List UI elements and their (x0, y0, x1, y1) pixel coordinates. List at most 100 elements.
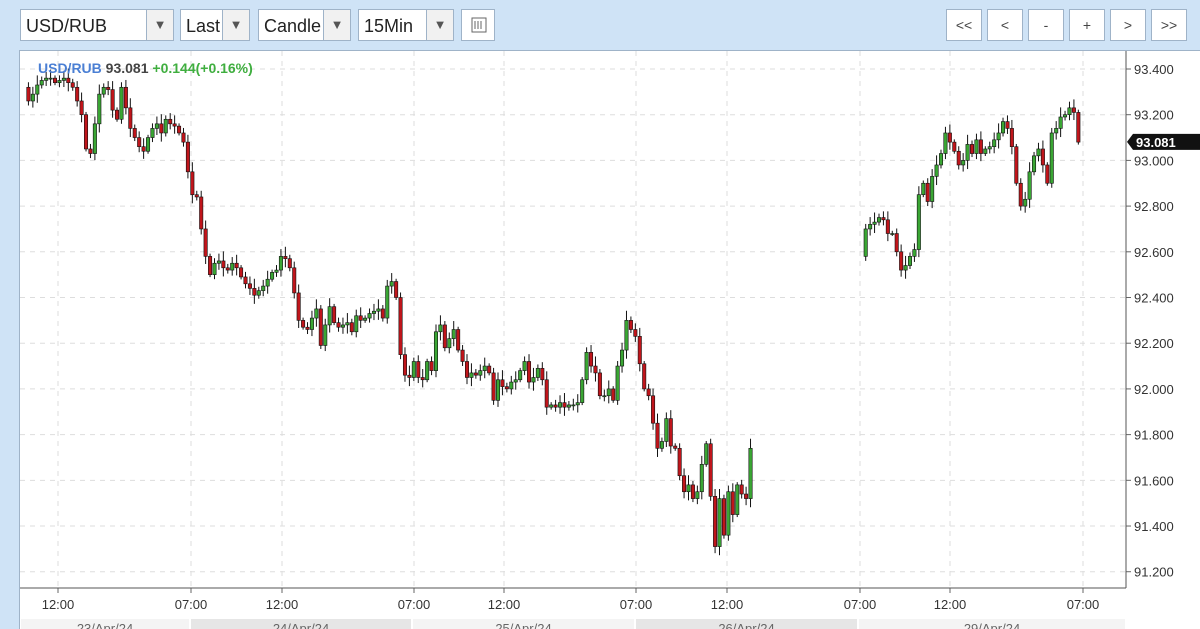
candle-down (402, 354, 407, 376)
candle-up (478, 370, 483, 376)
candle-down (243, 276, 248, 285)
candle-down (318, 308, 323, 346)
candle-up (482, 365, 487, 371)
candle-up (270, 272, 275, 280)
candle-up (522, 361, 527, 371)
candle-down (464, 361, 469, 378)
candle-down (593, 365, 598, 374)
candle-up (389, 281, 394, 287)
candle-down (721, 498, 726, 536)
candle-up (921, 182, 926, 195)
candle-down (420, 377, 425, 381)
candle-up (996, 132, 1001, 141)
symbol-select[interactable]: USD/RUB ▼ (20, 9, 174, 41)
candle-up (345, 322, 350, 326)
plot-background (20, 51, 1126, 588)
candle-up (606, 388, 611, 397)
candle-up (119, 86, 124, 120)
candle-down (106, 86, 111, 90)
candle-up (659, 441, 664, 449)
zoom-in-button[interactable]: + (1069, 9, 1105, 41)
chart-type-select-value: Candle (264, 16, 322, 36)
x-tick-label: 12:00 (266, 597, 299, 612)
candle-up (912, 249, 917, 257)
chart-settings-button[interactable] (461, 9, 495, 41)
candle-down (115, 109, 120, 120)
chevron-down-icon[interactable]: ▼ (222, 10, 249, 40)
candle-down (1076, 112, 1081, 143)
candle-up (1001, 121, 1006, 134)
candle-up (230, 262, 235, 271)
candle-down (301, 320, 306, 328)
candle-down (442, 324, 447, 349)
candle-down (925, 182, 930, 202)
candle-up (1058, 116, 1063, 129)
candle-up (354, 315, 359, 333)
x-tick-label: 12:00 (711, 597, 744, 612)
candle-down (70, 82, 75, 88)
candle-down (970, 144, 975, 154)
candle-up (363, 317, 368, 321)
candle-down (651, 395, 656, 424)
candle-up (154, 123, 159, 129)
candle-up (146, 137, 151, 152)
candlestick-chart[interactable]: 93.400 93.200 93.000 92.800 92.600 92.400 92.2… (20, 51, 1200, 629)
zoom-out-button[interactable]: - (1028, 9, 1064, 41)
candle-down (429, 361, 434, 371)
chevron-down-icon[interactable]: ▼ (426, 10, 453, 40)
chevron-down-icon[interactable]: ▼ (323, 10, 350, 40)
candle-up (876, 217, 881, 223)
candle-up (575, 402, 580, 406)
candle-down (296, 292, 301, 321)
candle-up (930, 176, 935, 202)
candle-down (239, 267, 244, 278)
candle-down (562, 402, 567, 408)
candle-down (53, 77, 58, 84)
chevron-down-icon[interactable]: ▼ (146, 10, 173, 40)
interval-select[interactable]: 15Min ▼ (358, 9, 454, 41)
candle-down (66, 77, 71, 84)
y-tick-label: 92.000 (1134, 382, 1174, 397)
chart-area[interactable]: 93.400 93.200 93.000 92.800 92.600 92.400 92.2… (19, 50, 1200, 629)
candle-down (713, 496, 718, 547)
candle-up (323, 324, 328, 346)
candle-up (571, 404, 576, 407)
candle-up (1032, 155, 1037, 173)
candle-down (84, 114, 89, 150)
candle-up (216, 260, 221, 264)
candle-down (642, 363, 647, 390)
chart-header: USD/RUB 93.081 +0.144(+0.16%) (38, 60, 253, 76)
candle-down (1009, 128, 1014, 147)
candle-down (336, 322, 341, 328)
candle-down (225, 267, 230, 271)
candle-up (903, 265, 908, 271)
candle-up (469, 372, 474, 378)
candle-up (44, 77, 49, 81)
candle-down (628, 320, 633, 330)
candle-up (212, 262, 217, 275)
candle-up (1036, 148, 1041, 157)
candle-down (1071, 107, 1076, 113)
candle-up (425, 361, 430, 381)
candle-down (500, 379, 505, 387)
chart-type-select[interactable]: Candle ▼ (258, 9, 351, 41)
candle-up (1023, 198, 1028, 207)
candle-up (717, 498, 722, 547)
candle-down (75, 86, 80, 102)
candle-down (26, 86, 31, 102)
nav-next-button[interactable]: > (1110, 9, 1146, 41)
candle-down (682, 475, 687, 493)
candle-down (1018, 182, 1023, 207)
candle-down (744, 493, 749, 499)
candle-down (978, 139, 983, 154)
nav-last-button[interactable]: >> (1151, 9, 1187, 41)
nav-prev-button[interactable]: < (987, 9, 1023, 41)
price-mode-select[interactable]: Last ▼ (180, 9, 250, 41)
candle-up (92, 123, 97, 154)
candle-down (128, 107, 133, 129)
nav-first-button[interactable]: << (946, 9, 982, 41)
candle-down (110, 89, 115, 111)
candle-down (655, 422, 660, 449)
candle-up (35, 84, 40, 95)
candle-down (283, 256, 288, 259)
